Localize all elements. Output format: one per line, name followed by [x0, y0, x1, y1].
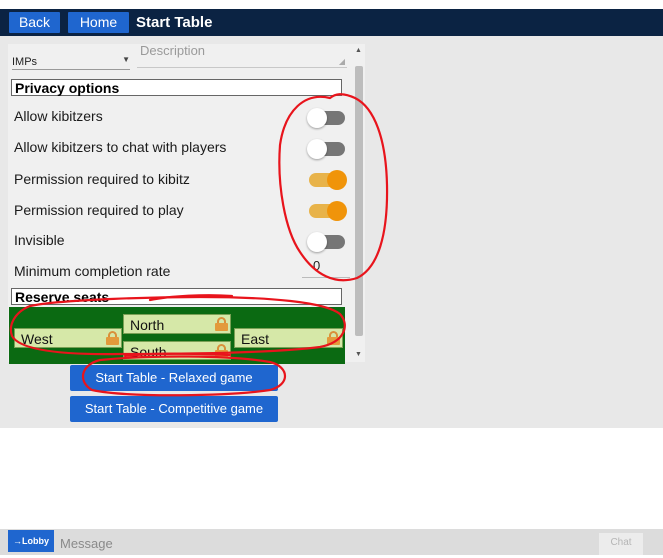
option-permission-play-label: Permission required to play — [14, 202, 184, 218]
seat-west[interactable]: West — [14, 328, 122, 348]
message-input[interactable]: Message — [60, 530, 590, 554]
seat-south[interactable]: South — [123, 341, 231, 360]
lock-icon[interactable] — [327, 331, 340, 345]
option-allow-kibitzers-label: Allow kibitzers — [14, 108, 103, 124]
lock-icon[interactable] — [106, 331, 119, 345]
seat-north-label: North — [130, 317, 165, 333]
seat-north[interactable]: North — [123, 314, 231, 334]
dropdown-arrow-icon: ▼ — [122, 55, 130, 64]
toggle-allow-kibitzers[interactable] — [307, 108, 345, 128]
toggle-permission-kibitz[interactable] — [309, 170, 347, 190]
option-permission-kibitz-label: Permission required to kibitz — [14, 171, 190, 187]
scoring-value: IMPs — [12, 56, 38, 68]
lock-icon[interactable] — [215, 317, 228, 331]
toggle-invisible[interactable] — [307, 232, 345, 252]
page-title: Start Table — [136, 14, 213, 31]
back-button[interactable]: Back — [9, 12, 60, 33]
chat-send-button[interactable]: Chat — [599, 533, 643, 555]
scroll-down-icon[interactable]: ▼ — [355, 351, 362, 359]
scroll-up-icon[interactable]: ▲ — [355, 47, 362, 55]
resize-grip-icon[interactable]: ◢ — [339, 57, 345, 66]
bottom-bar: →Lobby Message Chat — [0, 529, 663, 555]
scrollbar-thumb[interactable] — [355, 66, 363, 336]
seat-east-label: East — [241, 331, 270, 347]
description-field[interactable]: Description ◢ — [137, 43, 347, 68]
option-invisible-label: Invisible — [14, 232, 65, 248]
min-completion-rate-label: Minimum completion rate — [14, 263, 171, 279]
lock-icon[interactable] — [215, 344, 228, 358]
chat-log-area — [8, 437, 663, 529]
options-scrollbar[interactable]: ▲ ▼ — [352, 44, 365, 362]
start-relaxed-button[interactable]: Start Table - Relaxed game — [70, 365, 278, 391]
reserve-seats-header: Reserve seats — [11, 288, 342, 305]
home-button[interactable]: Home — [68, 12, 129, 33]
description-placeholder: Description — [140, 43, 206, 58]
lobby-button[interactable]: →Lobby — [8, 530, 54, 552]
privacy-options-header: Privacy options — [11, 79, 342, 96]
toggle-permission-play[interactable] — [309, 201, 347, 221]
toggle-kibitzer-chat[interactable] — [307, 139, 345, 159]
scoring-select[interactable]: IMPs ▼ — [12, 50, 130, 70]
option-kibitzer-chat-label: Allow kibitzers to chat with players — [14, 139, 227, 155]
min-completion-rate-input[interactable]: 0 — [313, 258, 320, 273]
start-competitive-button[interactable]: Start Table - Competitive game — [70, 396, 278, 422]
seat-east[interactable]: East — [234, 328, 343, 348]
seat-west-label: West — [21, 331, 53, 347]
top-bar: Back Home Start Table — [0, 9, 663, 36]
seat-south-label: South — [130, 344, 167, 360]
